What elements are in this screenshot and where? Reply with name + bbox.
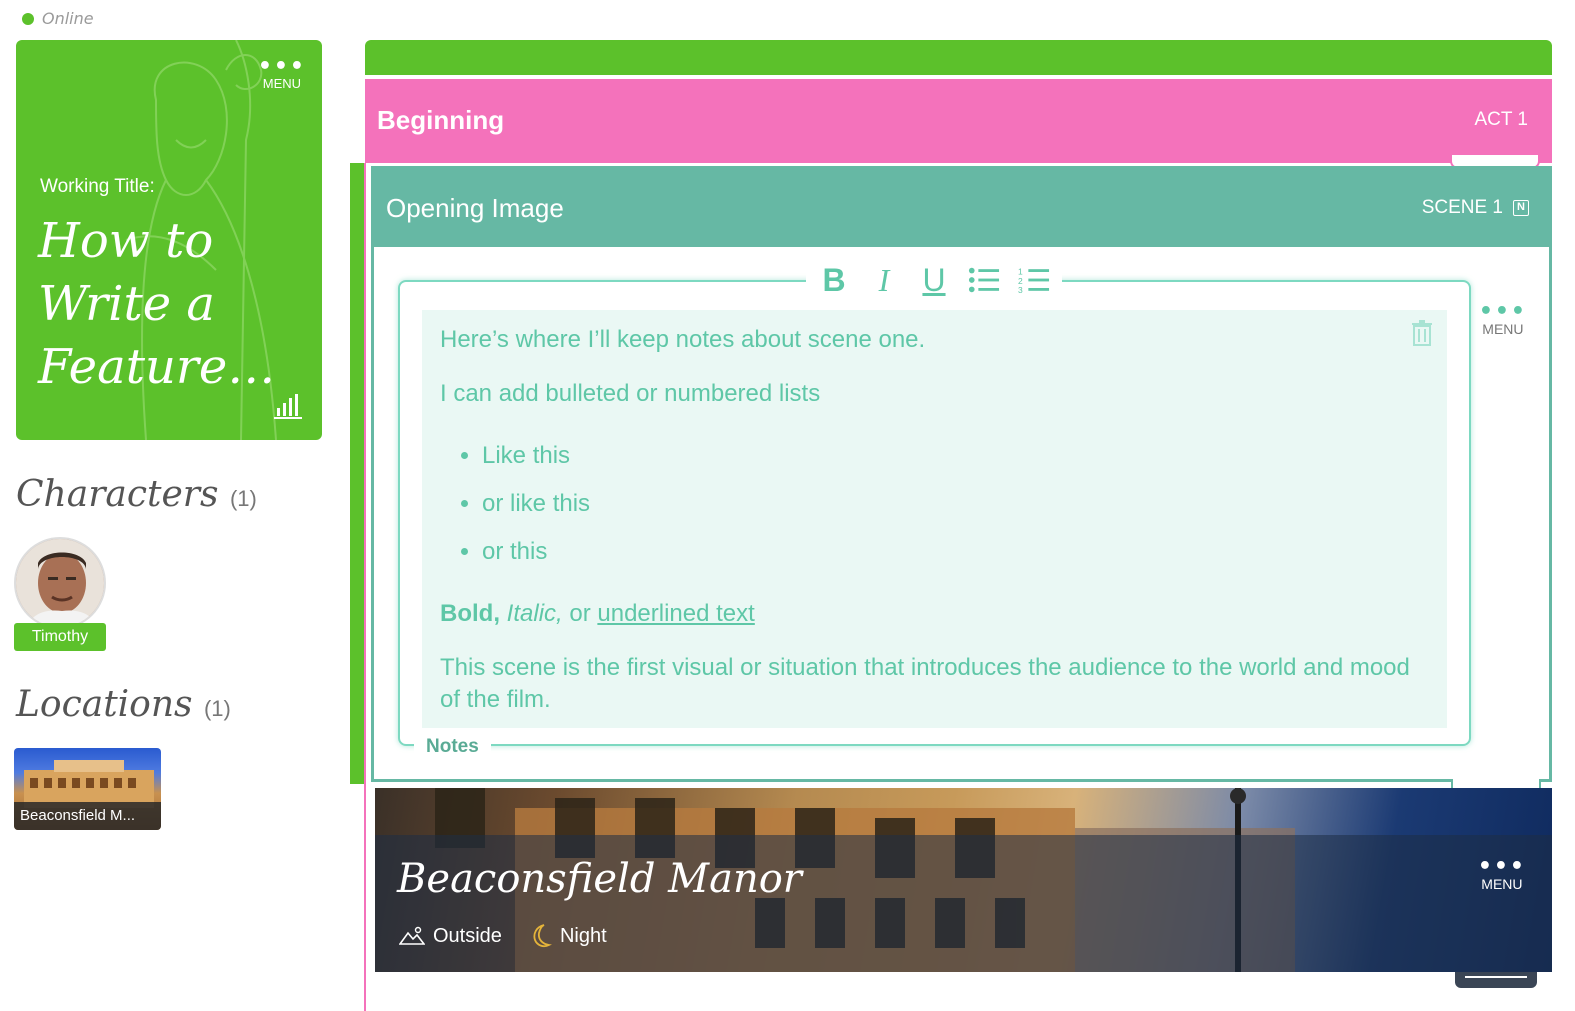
menu-label: MENU (262, 76, 302, 91)
more-dots-icon: ••• (1477, 854, 1526, 879)
more-dots-icon: ••• (257, 54, 306, 79)
notes-label: Notes (414, 736, 491, 758)
plain-text: or (569, 600, 591, 627)
character-name-timothy[interactable]: Timothy (14, 623, 106, 651)
italic-text: Italic, (506, 600, 563, 627)
location-drag-handle[interactable] (1455, 972, 1537, 988)
notes-paragraph: This scene is the first visual or situat… (440, 654, 1410, 713)
act-header[interactable]: Beginning ACT 1 (365, 79, 1552, 169)
locations-heading-text: Locations (16, 684, 193, 725)
svg-text:3: 3 (1018, 285, 1023, 295)
time-text: Night (559, 924, 607, 947)
notes-paragraph-formatting: Bold, Italic, or underlined text (440, 598, 1429, 630)
building-image-icon (24, 760, 154, 808)
scene-number: SCENE 1 (1421, 197, 1503, 218)
underline-button[interactable]: U (918, 262, 950, 298)
act-timeline-line (364, 163, 366, 1011)
characters-heading: Characters (1) (16, 474, 257, 515)
numbered-list-icon[interactable]: 1 2 3 (1018, 265, 1050, 295)
act-title: Beginning (377, 105, 505, 135)
underlined-text: underlined text (597, 600, 755, 627)
project-title: How to Write a Feature… (38, 213, 276, 395)
sequence-header-bar[interactable] (365, 40, 1552, 75)
scene-title: Opening Image (386, 193, 564, 223)
menu-label: MENU (1481, 876, 1523, 892)
status-text: Online (42, 9, 94, 28)
scene-menu-button[interactable]: ••• MENU (1478, 299, 1527, 338)
bulleted-list-icon[interactable] (968, 265, 1000, 295)
list-item: or like this (482, 480, 1429, 528)
location-time: Night (530, 924, 607, 948)
notes-paragraph: Here’s where I’ll keep notes about scene… (440, 326, 926, 353)
menu-label: MENU (1482, 321, 1524, 337)
locations-heading: Locations (1) (16, 684, 231, 725)
formatting-toolbar: B I U 1 2 3 (806, 262, 1062, 298)
scene-label: SCENE 1 N (1422, 197, 1529, 219)
list-item: Like this (482, 432, 1429, 480)
status-dot-icon (22, 12, 34, 25)
bold-text: Bold, (440, 600, 500, 627)
list-item: or this (482, 528, 1429, 576)
location-title: Beaconsfield Manor (397, 856, 802, 902)
notes-paragraph: I can add bulleted or numbered lists (440, 380, 821, 407)
act-progress-bar (350, 163, 364, 784)
scene-card[interactable]: Opening Image SCENE 1 N ••• MENU B I U 1… (371, 166, 1552, 797)
location-menu-button[interactable]: ••• MENU (1477, 854, 1526, 893)
trash-icon[interactable] (1411, 320, 1433, 346)
person-portrait-icon (16, 539, 104, 627)
bold-button[interactable]: B (818, 262, 850, 298)
working-title-label: Working Title: (40, 176, 155, 197)
characters-count: (1) (229, 486, 257, 511)
characters-heading-text: Characters (16, 474, 219, 515)
scene-header[interactable]: Opening Image SCENE 1 N (374, 169, 1549, 247)
location-setting: Outside (399, 925, 502, 948)
act-label: ACT 1 (1474, 109, 1528, 130)
connection-status: Online (22, 9, 94, 28)
notes-badge-icon: N (1513, 200, 1529, 216)
location-thumbnail[interactable]: Beaconsfield M... (14, 748, 161, 830)
notes-content[interactable]: Here’s where I’ll keep notes about scene… (422, 310, 1447, 728)
more-dots-icon: ••• (1478, 299, 1527, 324)
location-thumbnail-caption: Beaconsfield M... (14, 802, 161, 830)
moon-icon (533, 924, 552, 948)
notes-bullet-list: Like this or like this or this (482, 432, 1429, 576)
locations-count: (1) (203, 696, 231, 721)
project-title-card[interactable]: ••• MENU Working Title: How to Write a F… (16, 40, 322, 440)
notes-editor[interactable]: B I U 1 2 3 Here’s where I’ll keep notes… (398, 262, 1471, 758)
landscape-icon (399, 926, 425, 945)
location-meta: Outside Night (399, 924, 607, 948)
setting-text: Outside (433, 924, 502, 947)
title-card-menu-button[interactable]: ••• MENU (257, 54, 306, 92)
italic-button[interactable]: I (868, 262, 900, 298)
character-avatar[interactable] (14, 537, 106, 629)
bar-chart-icon[interactable] (274, 392, 302, 420)
location-card[interactable]: Beaconsfield Manor Outside Night ••• MEN… (375, 788, 1552, 972)
